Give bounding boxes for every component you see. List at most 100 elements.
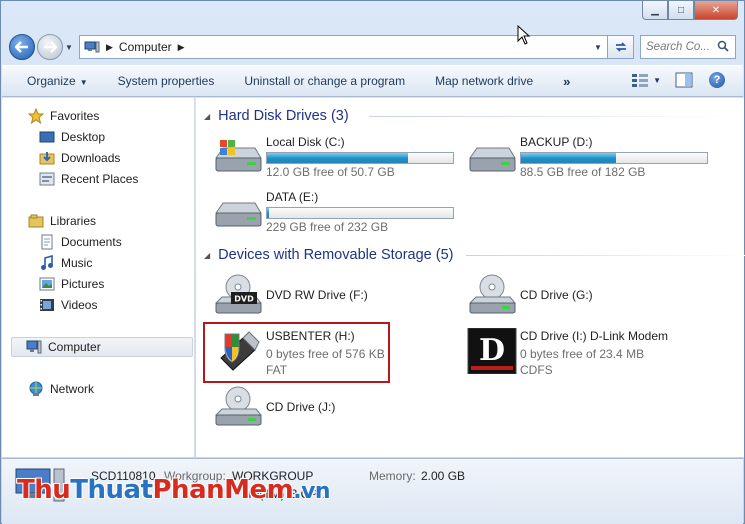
d-link-modem-icon: D (467, 328, 517, 374)
usb-drive-icon (220, 331, 260, 371)
organize-menu[interactable]: Organize ▼ (27, 74, 88, 88)
address-dropdown-icon[interactable]: ▼ (589, 43, 607, 52)
minimize-button[interactable]: ▁ (642, 1, 668, 20)
memory-label: Memory: (369, 469, 416, 483)
music-icon (41, 255, 53, 270)
nav-label: Computer (48, 340, 101, 354)
drive-g[interactable]: CD Drive (G:) (467, 273, 717, 321)
nav-network[interactable]: Network (28, 379, 94, 399)
view-options-dropdown-icon[interactable]: ▼ (653, 76, 661, 85)
drive-name: CD Drive (I:) D-Link Modem (520, 329, 669, 343)
dvd-drive-icon: DVD (214, 274, 263, 314)
search-icon[interactable] (717, 40, 735, 55)
computer-icon (84, 41, 100, 53)
nav-label: Libraries (50, 214, 97, 228)
hard-drive-icon (215, 202, 262, 227)
drive-free-space: 12.0 GB free of 50.7 GB (266, 165, 395, 179)
drive-usage-fill (267, 153, 409, 163)
drive-j[interactable]: CD Drive (J:) (213, 385, 463, 433)
nav-label: Downloads (61, 151, 121, 165)
caption-buttons: ▁ □ ✕ (642, 1, 738, 21)
breadcrumb-separator-icon[interactable]: ▶ (178, 42, 185, 53)
downloads-folder-icon (39, 152, 55, 165)
drive-name: Local Disk (C:) (266, 135, 345, 149)
watermark-part: .vn (293, 479, 331, 504)
drive-usage-bar (520, 152, 708, 164)
desktop-icon (39, 131, 55, 143)
mouse-cursor-icon (517, 25, 531, 45)
forward-button[interactable] (37, 34, 63, 60)
more-commands-button[interactable]: » (563, 74, 570, 89)
collapse-triangle-icon[interactable]: ◢ (204, 251, 210, 260)
drive-usage-fill (521, 153, 616, 163)
watermark-part: Thu (17, 475, 71, 505)
drive-c[interactable]: Local Disk (C:) 12.0 GB free of 50.7 GB (213, 134, 463, 182)
maximize-button[interactable]: □ (668, 1, 694, 20)
nav-documents[interactable]: Documents (39, 232, 122, 252)
search-box[interactable]: Search Co... (640, 35, 736, 59)
refresh-button[interactable] (608, 35, 634, 59)
computer-icon (26, 340, 42, 354)
navigation-row: ▼ ▶ Computer ▶ ▼ Search Co... (9, 33, 736, 61)
recent-pages-dropdown[interactable]: ▼ (63, 43, 75, 52)
group-hard-disk-drives[interactable]: ◢ Hard Disk Drives (3) (204, 106, 739, 126)
cd-drive-icon (214, 386, 263, 426)
breadcrumb-separator-icon[interactable]: ▶ (106, 42, 113, 53)
nav-label: Pictures (61, 277, 105, 291)
preview-pane-icon[interactable] (675, 72, 693, 88)
drive-file-system: CDFS (520, 363, 553, 377)
explorer-window: ▁ □ ✕ ▼ ▶ Computer ▶ ▼ Search Co... Orga… (0, 0, 745, 524)
drive-name: CD Drive (J:) (266, 400, 336, 414)
collapse-triangle-icon[interactable]: ◢ (204, 112, 210, 121)
navigation-pane: Favorites Desktop Downloads Recent Place… (2, 98, 195, 457)
group-removable-storage[interactable]: ◢ Devices with Removable Storage (5) (204, 245, 745, 265)
command-bar: Organize ▼ System properties Uninstall or… (2, 65, 743, 97)
libraries-icon (28, 214, 44, 228)
back-button[interactable] (9, 34, 35, 60)
nav-favorites[interactable]: Favorites (28, 106, 99, 126)
nav-pictures[interactable]: Pictures (39, 274, 104, 294)
search-input[interactable]: Search Co... (646, 41, 717, 53)
nav-recent-places[interactable]: Recent Places (39, 169, 138, 189)
watermark-part: Thuat (70, 475, 153, 505)
drive-f[interactable]: DVD DVD RW Drive (F:) (213, 273, 463, 321)
drive-e[interactable]: DATA (E:) 229 GB free of 232 GB (213, 189, 463, 237)
nav-label: Documents (61, 235, 122, 249)
nav-label: Videos (61, 298, 98, 312)
arrow-left-icon (15, 41, 28, 53)
hard-drive-icon (469, 147, 516, 172)
arrow-right-icon (44, 41, 57, 53)
windows-drive-icon (215, 140, 262, 172)
drive-name: DVD RW Drive (F:) (266, 288, 368, 302)
nav-computer[interactable]: Computer (11, 337, 193, 357)
cd-drive-icon (468, 274, 517, 314)
nav-music[interactable]: Music (39, 253, 92, 273)
change-view-icon[interactable] (631, 72, 649, 88)
pictures-icon (39, 277, 55, 291)
drive-usage-fill (267, 208, 269, 218)
group-header: Devices with Removable Storage (5) (218, 247, 454, 263)
chevron-down-icon: ▼ (79, 78, 88, 87)
svg-text:DVD: DVD (234, 295, 254, 304)
nav-videos[interactable]: Videos (39, 295, 97, 315)
system-properties-button[interactable]: System properties (118, 74, 215, 88)
drive-name: DATA (E:) (266, 190, 319, 204)
documents-icon (41, 234, 53, 250)
uninstall-program-button[interactable]: Uninstall or change a program (244, 74, 405, 88)
drive-usage-bar (266, 152, 454, 164)
drive-free-space: 229 GB free of 232 GB (266, 220, 389, 234)
nav-libraries[interactable]: Libraries (28, 211, 96, 231)
group-header: Hard Disk Drives (3) (218, 108, 349, 124)
breadcrumb-computer[interactable]: Computer (119, 40, 172, 54)
map-network-drive-button[interactable]: Map network drive (435, 74, 533, 88)
watermark-logo: ThuThuatPhanMem.vn (17, 475, 331, 505)
nav-desktop[interactable]: Desktop (39, 127, 105, 147)
help-button[interactable]: ? (709, 72, 725, 88)
nav-downloads[interactable]: Downloads (39, 148, 120, 168)
drive-usage-bar (266, 207, 454, 219)
drive-d[interactable]: BACKUP (D:) 88.5 GB free of 182 GB (467, 134, 717, 182)
drive-h[interactable]: USBENTER (H:) 0 bytes free of 576 KB FAT (213, 328, 463, 377)
close-button[interactable]: ✕ (694, 1, 738, 20)
refresh-icon (615, 42, 626, 52)
drive-i[interactable]: D CD Drive (I:) D-Link Modem 0 bytes fre… (467, 328, 737, 377)
